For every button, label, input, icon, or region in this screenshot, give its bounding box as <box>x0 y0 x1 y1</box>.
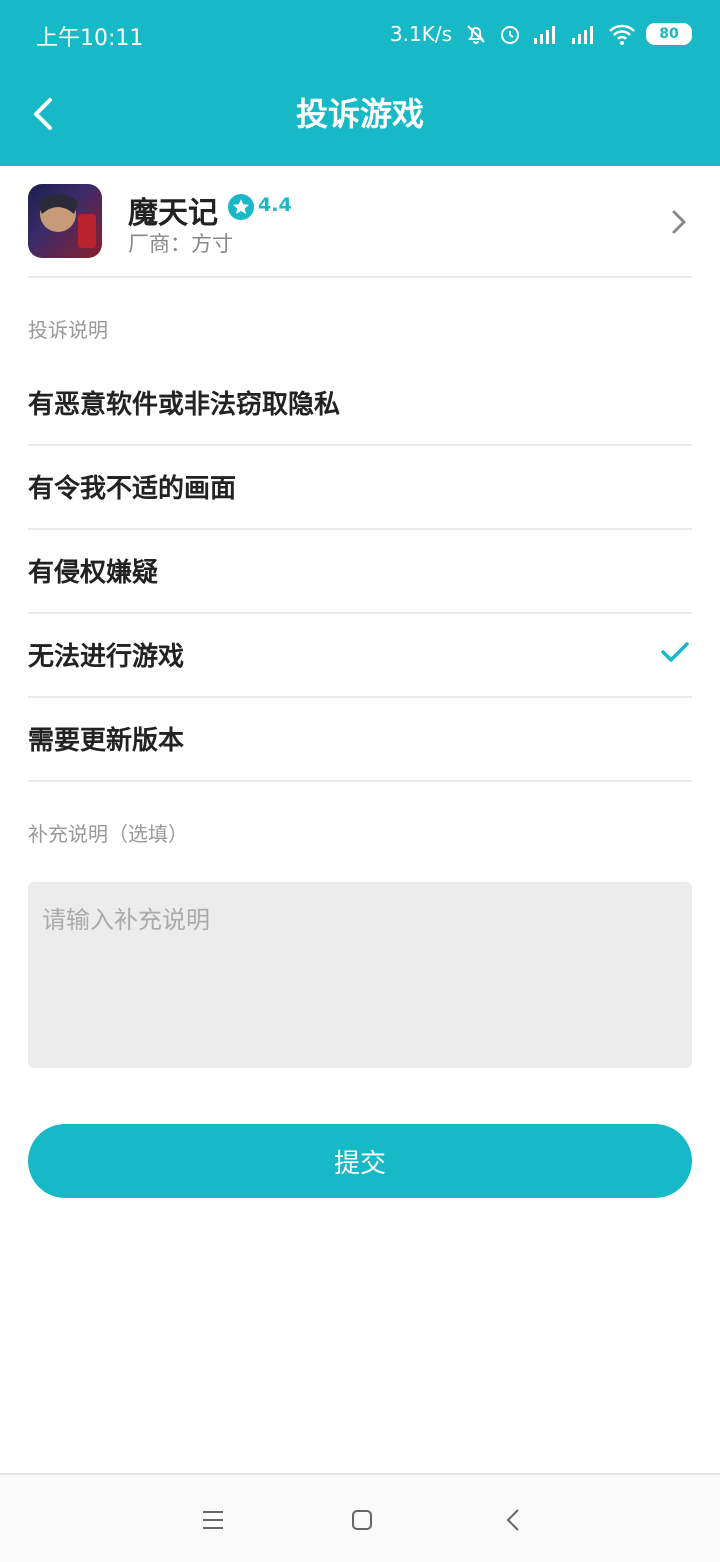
game-vendor: 厂商：方寸 <box>128 232 233 256</box>
wifi-icon <box>608 22 636 46</box>
system-nav-bar <box>0 1473 720 1562</box>
game-name: 魔天记 <box>128 196 218 231</box>
complaint-option-malware[interactable]: 有恶意软件或非法窃取隐私 <box>28 360 692 446</box>
status-bar: 上午10:11 3.1K/s 80 <box>0 0 720 70</box>
supplement-input[interactable]: 请输入补充说明 <box>28 882 692 1068</box>
mute-icon <box>464 22 488 46</box>
home-icon <box>352 1510 372 1530</box>
complaint-section-label: 投诉说明 <box>28 318 108 342</box>
signal-icon <box>570 22 598 46</box>
battery-icon: 80 <box>646 23 692 45</box>
game-icon <box>28 184 102 258</box>
star-icon <box>228 194 254 220</box>
option-label: 有恶意软件或非法窃取隐私 <box>28 390 341 420</box>
game-info-row[interactable]: 魔天记 4.4 厂商：方寸 <box>28 166 692 278</box>
net-speed: 3.1K/s <box>389 22 452 46</box>
supplement-placeholder: 请输入补充说明 <box>42 906 210 934</box>
option-label: 有令我不适的画面 <box>28 474 237 504</box>
back-icon <box>506 1509 519 1531</box>
option-label: 有侵权嫌疑 <box>28 558 159 588</box>
page-title: 投诉游戏 <box>295 95 424 133</box>
alarm-icon <box>498 22 522 46</box>
nav-bar: 投诉游戏 <box>0 70 720 166</box>
check-icon <box>661 642 689 662</box>
status-icons: 3.1K/s 80 <box>390 18 692 50</box>
submit-button[interactable]: 提交 <box>28 1124 692 1198</box>
option-label: 无法进行游戏 <box>28 642 185 672</box>
complaint-option-need-update[interactable]: 需要更新版本 <box>28 696 692 782</box>
hd-signal-icon <box>532 22 560 46</box>
menu-icon <box>203 1511 223 1529</box>
system-back-button[interactable] <box>498 1505 528 1535</box>
home-button[interactable] <box>347 1505 377 1535</box>
complaint-option-discomfort[interactable]: 有令我不适的画面 <box>28 444 692 530</box>
menu-button[interactable] <box>198 1505 228 1535</box>
option-label: 需要更新版本 <box>28 726 185 756</box>
app-header: 上午10:11 3.1K/s 80 投诉游戏 <box>0 0 720 166</box>
complaint-option-infringement[interactable]: 有侵权嫌疑 <box>28 528 692 614</box>
complaint-option-cannot-play[interactable]: 无法进行游戏 <box>28 612 692 698</box>
status-time: 上午10:11 <box>36 26 144 51</box>
chevron-right-icon <box>672 210 686 234</box>
game-rating: 4.4 <box>258 194 292 216</box>
supplement-label: 补充说明（选填） <box>28 822 188 846</box>
